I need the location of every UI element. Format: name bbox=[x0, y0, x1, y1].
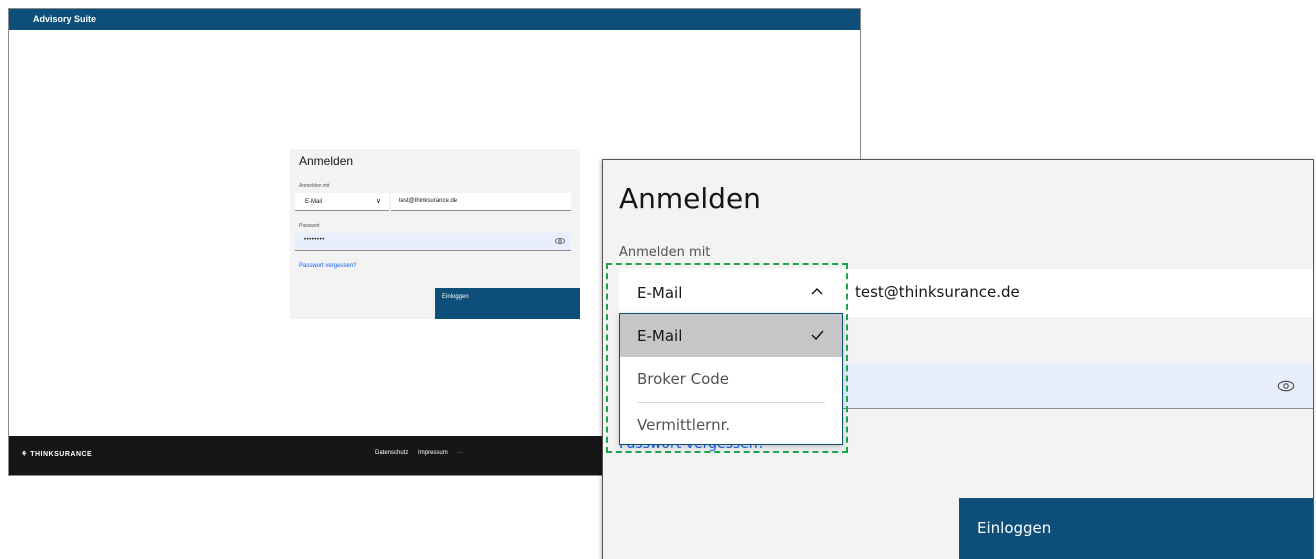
email-input[interactable]: test@thinksurance.de bbox=[841, 269, 1313, 317]
login-method-select[interactable]: E-Mail ∨ bbox=[295, 193, 389, 211]
dropdown-option-label: E-Mail bbox=[637, 327, 683, 345]
forgot-password-link[interactable]: Passwort vergessen? bbox=[299, 263, 356, 269]
app-title: Advisory Suite bbox=[33, 14, 97, 24]
chevron-down-icon: ∨ bbox=[375, 198, 381, 205]
eye-icon[interactable] bbox=[1277, 380, 1295, 392]
login-method-dropdown: E-Mail Broker Code Vermittlernr. bbox=[619, 313, 843, 445]
app-header: Advisory Suite bbox=[9, 9, 860, 30]
login-method-select[interactable]: E-Mail bbox=[619, 269, 841, 317]
dropdown-option-vermittlernr[interactable]: Vermittlernr. bbox=[620, 403, 842, 446]
checkmark-icon bbox=[811, 330, 824, 340]
dropdown-option-label: Broker Code bbox=[637, 370, 730, 388]
login-button[interactable]: Einloggen bbox=[959, 498, 1313, 559]
footer-link-extra[interactable]: — bbox=[457, 450, 463, 456]
login-method-label: Anmelden mit bbox=[619, 245, 711, 260]
footer-link-impressum[interactable]: Impressum bbox=[418, 450, 448, 456]
password-label: Passwort bbox=[299, 223, 320, 229]
email-input[interactable]: test@thinksurance.de bbox=[391, 193, 571, 211]
login-title: Anmelden bbox=[299, 154, 354, 168]
screenshot-stage: Advisory Suite Anmelden Anmelden mit E-M… bbox=[0, 0, 1316, 559]
thinksurance-logo: ⚘ THINKSURANCE bbox=[21, 451, 93, 458]
eye-icon[interactable] bbox=[555, 237, 565, 245]
login-method-value: E-Mail bbox=[637, 284, 683, 302]
chevron-up-icon bbox=[811, 287, 823, 295]
email-input-value: test@thinksurance.de bbox=[855, 283, 1020, 301]
login-button[interactable]: Einloggen bbox=[435, 288, 580, 319]
dropdown-option-email[interactable]: E-Mail bbox=[620, 314, 842, 357]
login-button-label: Einloggen bbox=[442, 294, 469, 300]
password-input-value: •••••••• bbox=[304, 237, 325, 243]
dropdown-option-broker-code[interactable]: Broker Code bbox=[620, 357, 842, 400]
zoomed-login-card: Anmelden Anmelden mit E-Mail test@thinks… bbox=[602, 159, 1314, 559]
login-button-label: Einloggen bbox=[977, 519, 1052, 537]
login-method-value: E-Mail bbox=[305, 199, 323, 205]
email-input-value: test@thinksurance.de bbox=[399, 198, 458, 204]
footer-links: Datenschutz Impressum — bbox=[375, 450, 471, 456]
dropdown-option-label: Vermittlernr. bbox=[637, 416, 731, 434]
footer-link-datenschutz[interactable]: Datenschutz bbox=[375, 450, 408, 456]
login-method-label: Anmelden mit bbox=[299, 183, 330, 189]
login-title: Anmelden bbox=[619, 182, 761, 215]
password-input[interactable]: •••••••• bbox=[295, 233, 571, 251]
login-card: Anmelden Anmelden mit E-Mail ∨ test@thin… bbox=[290, 149, 580, 319]
